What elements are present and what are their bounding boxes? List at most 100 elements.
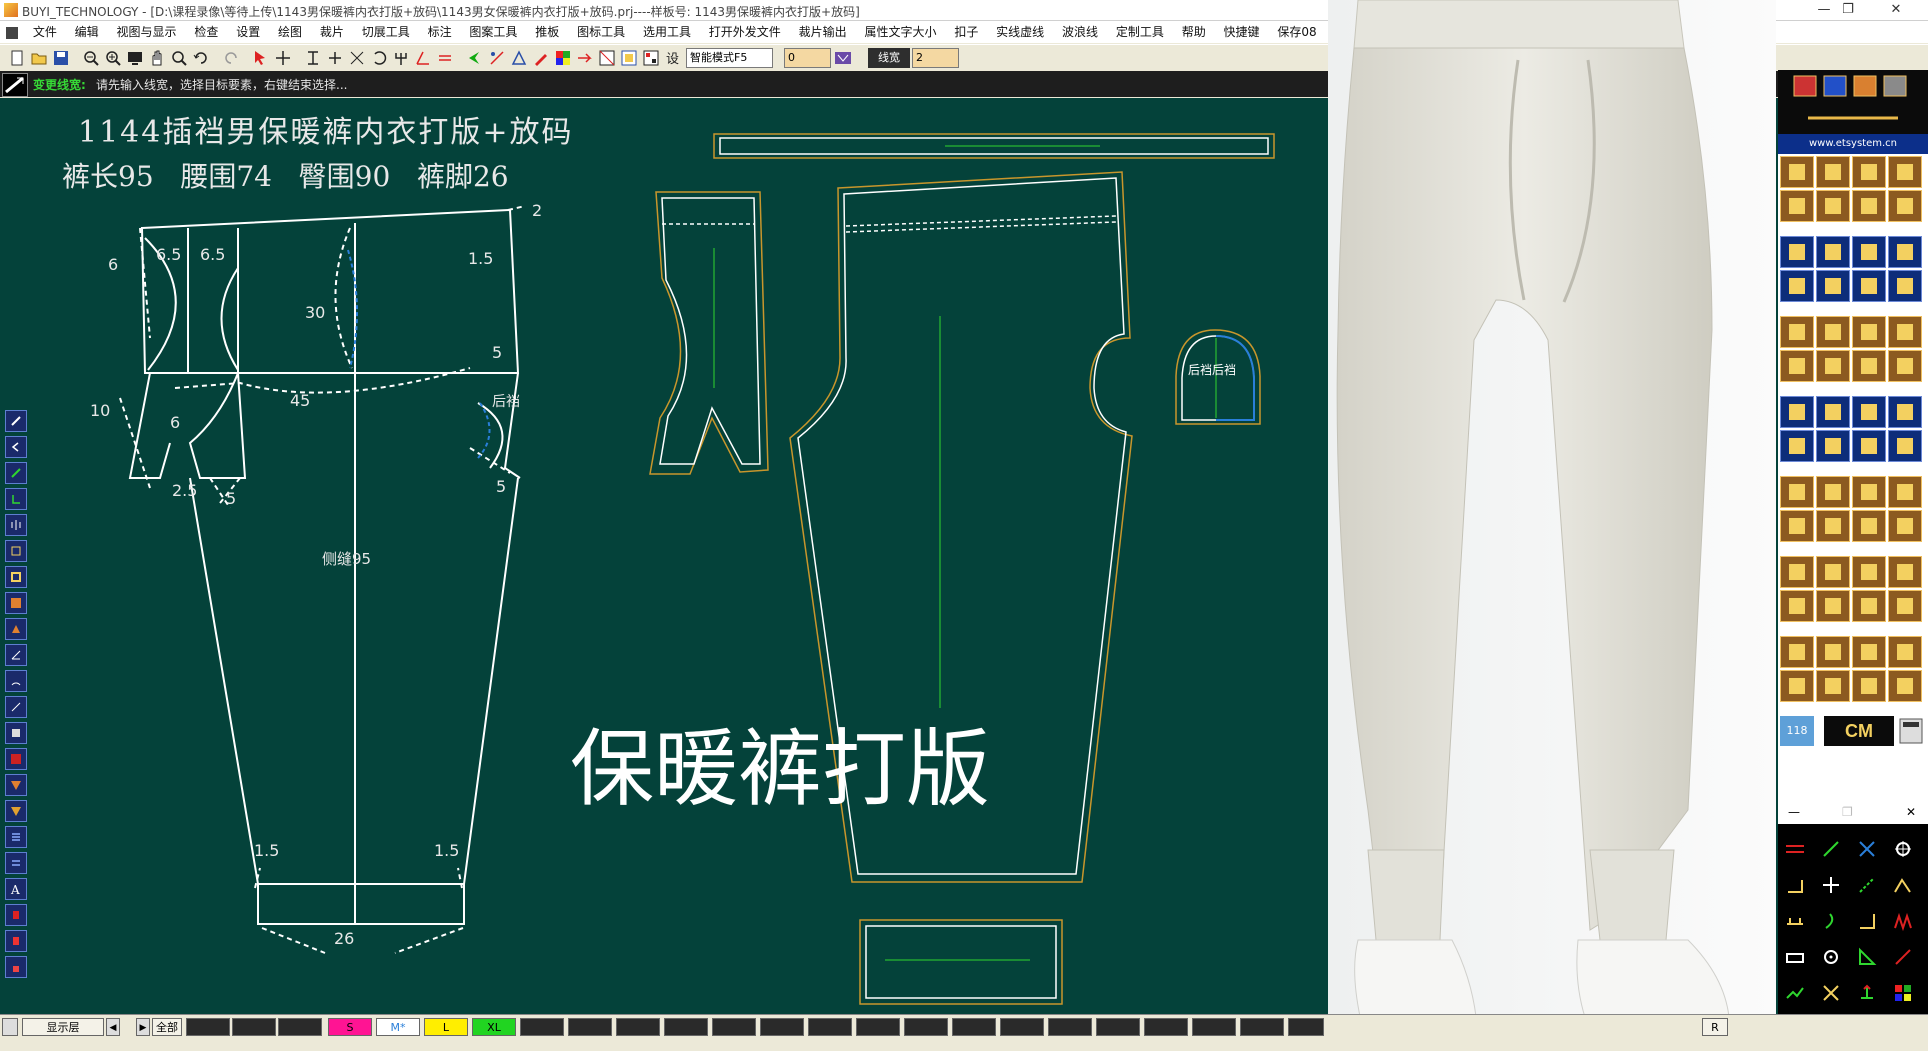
rt-tool-44[interactable] xyxy=(1888,556,1922,588)
rt-tool-42[interactable] xyxy=(1816,556,1850,588)
settings-sym-icon[interactable]: 设 xyxy=(664,49,682,67)
rt-tool-4[interactable] xyxy=(1888,156,1922,188)
size-slot-21[interactable] xyxy=(1144,1018,1188,1036)
size-slot-10[interactable] xyxy=(616,1018,660,1036)
rt-tool-26[interactable] xyxy=(1816,396,1850,428)
layer-next-arrow[interactable]: ▶ xyxy=(136,1018,150,1036)
sub-tool-3-icon[interactable] xyxy=(1856,838,1878,860)
layer-left-marker[interactable] xyxy=(2,1018,18,1036)
tool-rect2[interactable] xyxy=(5,566,27,588)
rt-tool-30[interactable] xyxy=(1816,430,1850,462)
rt-tool-12[interactable] xyxy=(1888,236,1922,268)
rt-tool-40[interactable] xyxy=(1888,510,1922,542)
zoom-window-icon[interactable] xyxy=(170,49,188,67)
rt-tool-33[interactable] xyxy=(1780,476,1814,508)
sub-tool-19-icon[interactable] xyxy=(1856,982,1878,1004)
sub-tool-4-icon[interactable] xyxy=(1892,838,1914,860)
rt-tool-28[interactable] xyxy=(1888,396,1922,428)
tool-angle[interactable] xyxy=(5,644,27,666)
sub-tool-6-icon[interactable] xyxy=(1820,874,1842,896)
rt-tool-24[interactable] xyxy=(1888,350,1922,382)
size-slot-20[interactable] xyxy=(1096,1018,1140,1036)
menu-save08[interactable]: 保存08 xyxy=(1270,21,1323,43)
display-icon[interactable] xyxy=(126,49,144,67)
size-slot-16[interactable] xyxy=(904,1018,948,1036)
size-slot-8[interactable] xyxy=(520,1018,564,1036)
rt-tool-31[interactable] xyxy=(1852,430,1886,462)
sub-tool-8-icon[interactable] xyxy=(1892,874,1914,896)
layout-tool-icon[interactable] xyxy=(620,49,638,67)
open-file-icon[interactable] xyxy=(30,49,48,67)
rt-tool-45[interactable] xyxy=(1780,590,1814,622)
rt-tool-25[interactable] xyxy=(1780,396,1814,428)
rt-tool-52[interactable] xyxy=(1888,636,1922,668)
menu-wavy-line[interactable]: 波浪线 xyxy=(1055,21,1105,43)
rt-tool-6[interactable] xyxy=(1816,190,1850,222)
tool-dart[interactable] xyxy=(5,800,27,822)
menu-solid-dashed[interactable]: 实线虚线 xyxy=(989,21,1051,43)
menu-edit[interactable]: 编辑 xyxy=(68,21,106,43)
pan-hand-icon[interactable] xyxy=(148,49,166,67)
right-r-button[interactable]: R xyxy=(1702,1018,1728,1036)
size-slot-9[interactable] xyxy=(568,1018,612,1036)
menu-settings[interactable]: 设置 xyxy=(229,21,267,43)
rotate-icon[interactable] xyxy=(370,49,388,67)
num-118-badge[interactable]: 118 xyxy=(1780,716,1814,746)
size-slot-17[interactable] xyxy=(952,1018,996,1036)
restore-button[interactable]: ❐ xyxy=(1834,1,1862,19)
rt-tool-37[interactable] xyxy=(1780,510,1814,542)
menu-piece-output[interactable]: 裁片输出 xyxy=(792,21,854,43)
menu-pattern-tools[interactable]: 图案工具 xyxy=(462,21,524,43)
menu-select-tools[interactable]: 选用工具 xyxy=(636,21,698,43)
tool-trim[interactable] xyxy=(5,748,27,770)
tool-bars[interactable] xyxy=(5,826,27,848)
menu-grading[interactable]: 推板 xyxy=(528,21,566,43)
tool-paint[interactable] xyxy=(5,930,27,952)
red-arrow-tool-icon[interactable] xyxy=(576,49,594,67)
menu-buttons[interactable]: 扣子 xyxy=(947,21,985,43)
rt-tool-1[interactable] xyxy=(1780,156,1814,188)
close-button[interactable]: ✕ xyxy=(1882,1,1910,19)
sub-tool-12-icon[interactable] xyxy=(1892,910,1914,932)
size-slot-2[interactable] xyxy=(232,1018,276,1036)
rt-tool-48[interactable] xyxy=(1888,590,1922,622)
tool-corner[interactable] xyxy=(5,488,27,510)
rt-tool-17[interactable] xyxy=(1780,316,1814,348)
pen-color-icon[interactable] xyxy=(532,49,550,67)
select-arrow-icon[interactable] xyxy=(252,49,270,67)
rt-tool-55[interactable] xyxy=(1852,670,1886,702)
rt-tool-47[interactable] xyxy=(1852,590,1886,622)
size-slot-13[interactable] xyxy=(760,1018,804,1036)
size-slot-24[interactable] xyxy=(1288,1018,1324,1036)
tool-triangle[interactable] xyxy=(5,774,27,796)
tool-line[interactable] xyxy=(5,462,27,484)
size-s[interactable]: S xyxy=(328,1018,372,1036)
zoom-in-icon[interactable] xyxy=(104,49,122,67)
zoom-out-icon[interactable] xyxy=(82,49,100,67)
line-width-input[interactable]: 2 xyxy=(912,48,959,68)
rt-tool-41[interactable] xyxy=(1780,556,1814,588)
size-slot-22[interactable] xyxy=(1192,1018,1236,1036)
tool-stack[interactable] xyxy=(5,722,27,744)
save-icon[interactable] xyxy=(52,49,70,67)
sub-tool-10-icon[interactable] xyxy=(1820,910,1842,932)
all-sizes-button[interactable]: 全部 xyxy=(152,1018,182,1036)
rt-tool-16[interactable] xyxy=(1888,270,1922,302)
sub-tool-14-icon[interactable] xyxy=(1820,946,1842,968)
move-cross-icon[interactable] xyxy=(274,49,292,67)
rt-tool-8[interactable] xyxy=(1888,190,1922,222)
undo-icon[interactable] xyxy=(192,49,210,67)
green-arrow-icon[interactable] xyxy=(466,49,484,67)
redo-icon[interactable] xyxy=(222,49,240,67)
rt-tool-19[interactable] xyxy=(1852,316,1886,348)
color-palette-icon[interactable] xyxy=(554,49,572,67)
size-xl[interactable]: XL xyxy=(472,1018,516,1036)
size-slot-12[interactable] xyxy=(712,1018,756,1036)
rt-tool-21[interactable] xyxy=(1780,350,1814,382)
sub-restore-button[interactable]: ❐ xyxy=(1842,805,1853,819)
rt-tool-54[interactable] xyxy=(1816,670,1850,702)
tool-slash[interactable] xyxy=(5,696,27,718)
angle-red-icon[interactable] xyxy=(414,49,432,67)
menu-pieces[interactable]: 裁片 xyxy=(313,21,351,43)
sub-tool-1-icon[interactable] xyxy=(1784,838,1806,860)
